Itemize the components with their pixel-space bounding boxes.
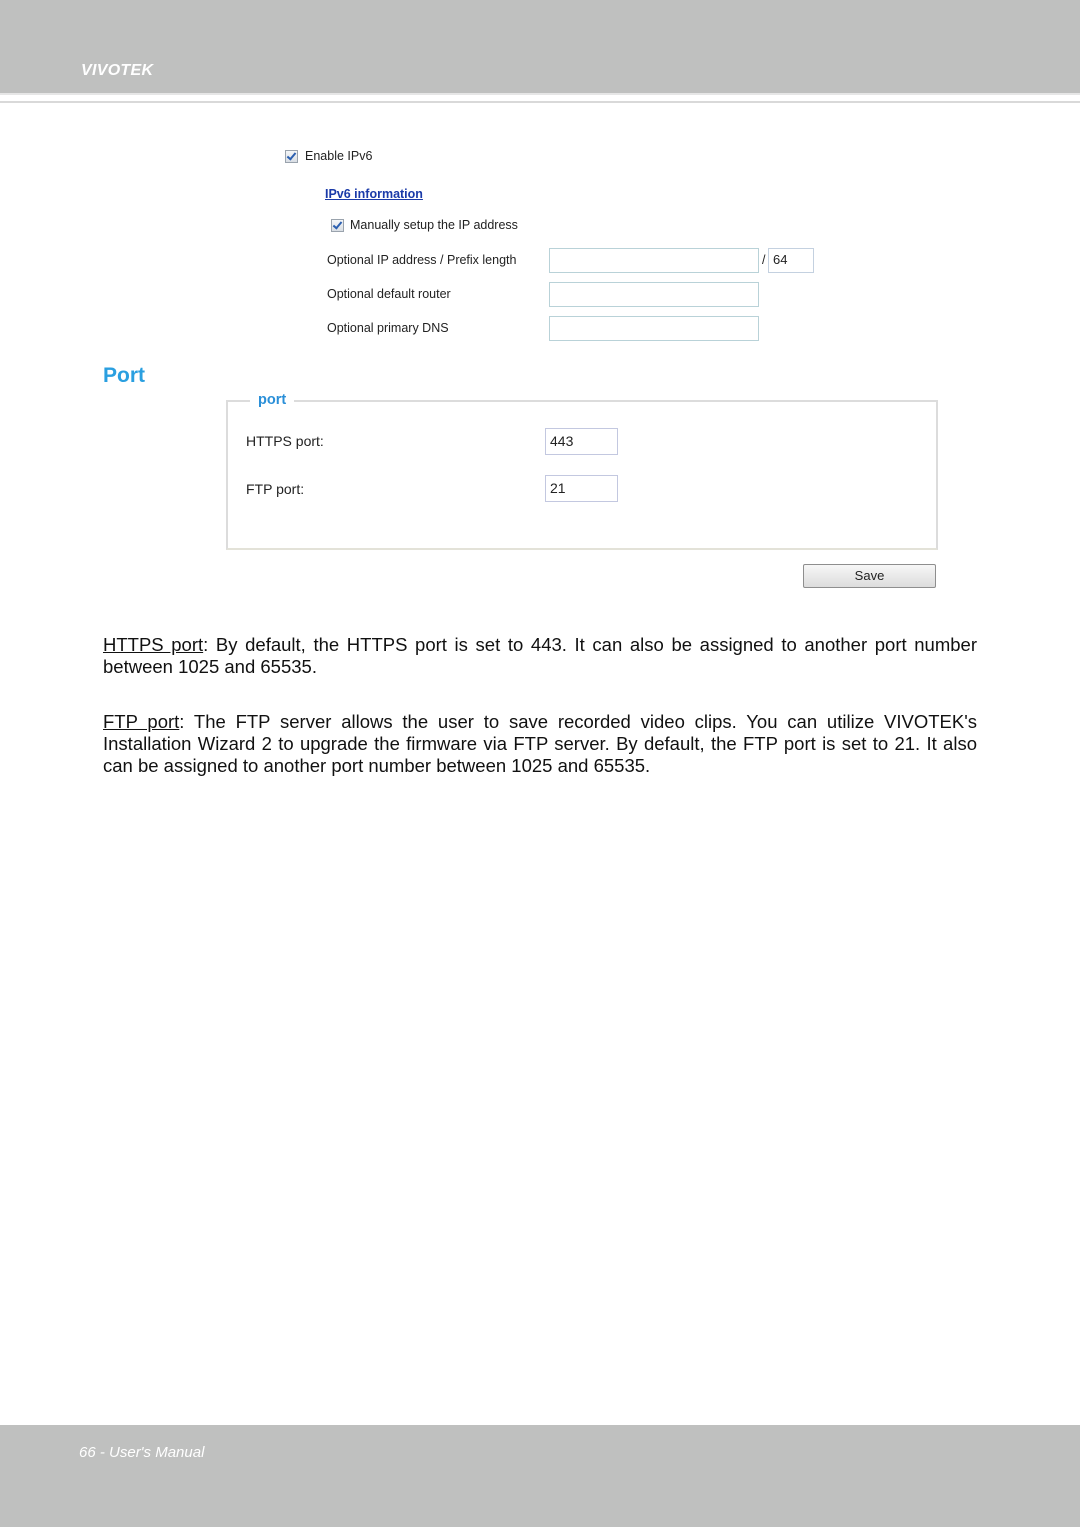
ftp-port-text: : The FTP server allows the user to save… [103,711,978,776]
page-footer [0,1425,1080,1527]
page-header: VIVOTEK [0,0,1080,93]
header-divider [0,93,1080,95]
https-port-input[interactable]: 443 [545,428,618,455]
manual-setup-checkbox[interactable] [331,219,344,232]
ipv6-information-link[interactable]: IPv6 information [325,187,423,201]
default-router-label: Optional default router [327,287,451,301]
https-port-description: HTTPS port: By default, the HTTPS port i… [103,634,977,678]
default-router-input[interactable] [549,282,759,307]
section-title: Port [103,364,145,387]
ftp-port-input[interactable]: 21 [545,475,618,502]
enable-ipv6-label: Enable IPv6 [305,149,373,163]
optional-ip-input[interactable] [549,248,759,273]
prefix-length-input[interactable]: 64 [768,248,814,273]
optional-ip-label: Optional IP address / Prefix length [327,253,517,267]
ftp-port-description: FTP port: The FTP server allows the user… [103,711,977,777]
port-fieldset-legend: port [250,392,295,408]
save-button[interactable]: Save [803,564,936,588]
https-port-term: HTTPS port [103,634,204,655]
primary-dns-input[interactable] [549,316,759,341]
https-port-label: HTTPS port: [246,433,324,449]
primary-dns-label: Optional primary DNS [327,321,449,335]
https-port-text: : By default, the HTTPS port is set to 4… [103,634,977,677]
header-divider-secondary [0,101,1080,103]
enable-ipv6-checkbox[interactable] [285,150,298,163]
manual-setup-label: Manually setup the IP address [350,218,518,232]
brand-logo: VIVOTEK [81,62,154,79]
prefix-separator: / [762,253,766,267]
page-number: 66 - User's Manual [79,1444,205,1461]
ftp-port-label: FTP port: [246,481,305,497]
ftp-port-term: FTP port [103,711,180,732]
